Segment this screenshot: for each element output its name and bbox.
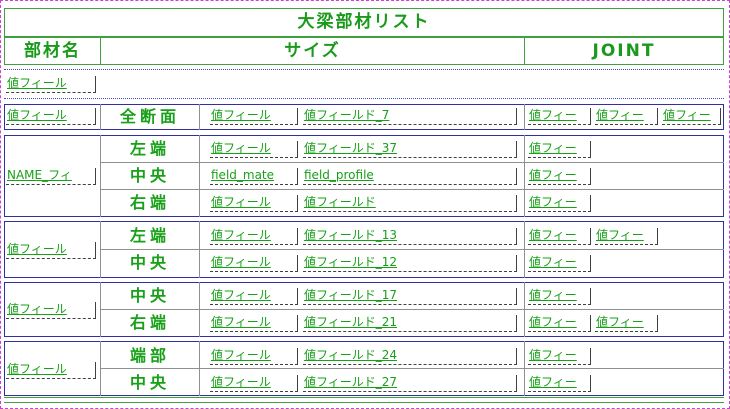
group-name-field[interactable]: NAME_フィ: [6, 168, 96, 185]
row-divider: [100, 249, 724, 250]
joint-field[interactable]: 値フィー: [662, 108, 721, 125]
position-label: 中央: [129, 373, 170, 392]
joint-field[interactable]: 値フィー: [595, 228, 658, 245]
material-field[interactable]: 値フィール: [210, 141, 298, 158]
profile-field[interactable]: 値フィールド_13: [303, 228, 517, 245]
divider: [100, 135, 101, 217]
material-field[interactable]: field_mate: [210, 168, 298, 185]
joint-field[interactable]: 値フィー: [528, 195, 591, 212]
divider: [100, 104, 101, 130]
profile-field[interactable]: 値フィールド_17: [303, 288, 517, 305]
position-label: 中央: [129, 166, 170, 185]
position-label: 左端: [129, 226, 170, 245]
position-label: 中央: [129, 253, 170, 272]
profile-field[interactable]: 値フィールド_37: [303, 141, 517, 158]
material-field[interactable]: 値フィール: [210, 288, 298, 305]
row-divider: [100, 368, 724, 369]
row-divider: [100, 309, 724, 310]
row-divider: [100, 189, 724, 190]
report-footer-band: [4, 397, 724, 403]
position-label: 全断面: [119, 107, 180, 126]
material-field[interactable]: 値フィール: [210, 348, 298, 365]
profile-field[interactable]: 値フィールド_21: [303, 315, 517, 332]
header-size: サイズ: [100, 37, 525, 65]
position-label: 端部: [129, 346, 170, 365]
material-field[interactable]: 値フィール: [210, 195, 298, 212]
profile-field[interactable]: 値フィールド_24: [303, 348, 517, 365]
group-name-field[interactable]: 値フィール: [6, 362, 96, 379]
section-band: [4, 69, 724, 99]
material-field[interactable]: 値フィール: [210, 375, 298, 392]
joint-field[interactable]: 値フィー: [595, 315, 658, 332]
joint-field[interactable]: 値フィー: [528, 255, 591, 272]
material-field[interactable]: 値フィール: [210, 228, 298, 245]
row-divider: [100, 162, 724, 163]
group-name-field[interactable]: 値フィール: [6, 302, 96, 319]
divider: [199, 135, 200, 217]
position-label: 右端: [129, 193, 170, 212]
group-name-field[interactable]: 値フィール: [6, 242, 96, 259]
joint-field[interactable]: 値フィー: [528, 348, 591, 365]
joint-field[interactable]: 値フィー: [528, 141, 591, 158]
joint-field[interactable]: 値フィー: [528, 228, 591, 245]
material-field[interactable]: 値フィール: [210, 315, 298, 332]
profile-field[interactable]: 値フィールド: [303, 195, 517, 212]
divider: [524, 104, 525, 130]
position-label: 中央: [129, 286, 170, 305]
joint-field[interactable]: 値フィー: [595, 108, 658, 125]
header-joint: JOINT: [524, 37, 724, 65]
full-name-field[interactable]: 値フィール: [6, 108, 96, 125]
joint-field[interactable]: 値フィー: [528, 168, 591, 185]
material-field[interactable]: 値フィール: [210, 108, 298, 125]
divider: [199, 104, 200, 130]
profile-field[interactable]: 値フィールド_12: [303, 255, 517, 272]
joint-field[interactable]: 値フィー: [528, 288, 591, 305]
joint-field[interactable]: 値フィー: [528, 375, 591, 392]
divider: [524, 135, 525, 217]
profile-field[interactable]: 値フィールド_7: [303, 108, 517, 125]
report-title: 大梁部材リスト: [4, 8, 724, 37]
material-field[interactable]: 値フィール: [210, 255, 298, 272]
header-member-name: 部材名: [4, 37, 101, 65]
joint-field[interactable]: 値フィー: [528, 108, 591, 125]
joint-field[interactable]: 値フィー: [528, 315, 591, 332]
position-label: 左端: [129, 139, 170, 158]
profile-field[interactable]: field_profile: [303, 168, 517, 185]
position-label: 右端: [129, 313, 170, 332]
section-header-field[interactable]: 値フィール: [6, 76, 96, 93]
profile-field[interactable]: 値フィールド_27: [303, 375, 517, 392]
